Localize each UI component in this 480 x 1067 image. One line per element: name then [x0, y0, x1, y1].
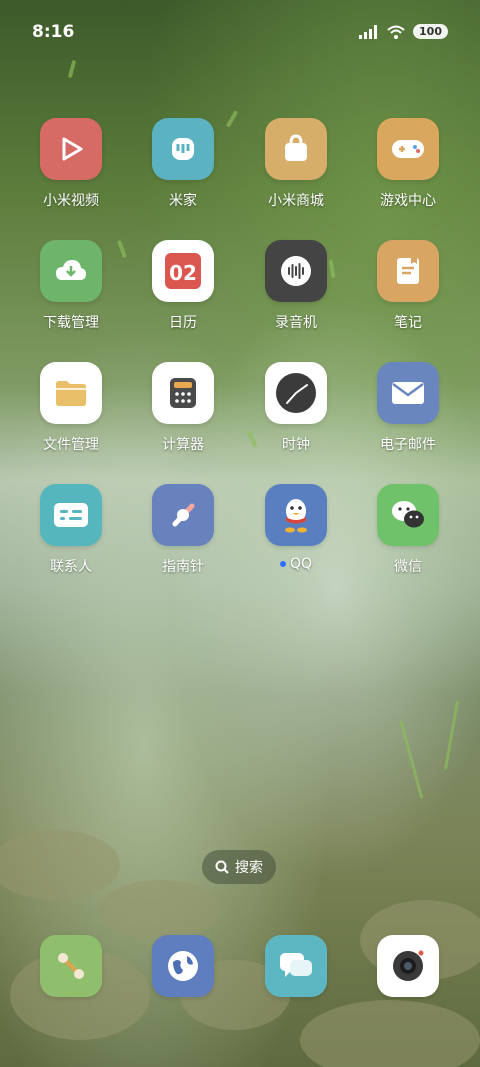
phone-icon	[40, 935, 102, 997]
dock-messages[interactable]	[240, 935, 352, 997]
recorder-icon	[265, 240, 327, 302]
app-qq[interactable]: QQ	[240, 484, 352, 572]
globe-icon	[152, 935, 214, 997]
mijia-icon	[152, 118, 214, 180]
bag-icon	[265, 118, 327, 180]
app-label: 小米视频	[43, 193, 99, 209]
app-label: 小米商城	[268, 193, 324, 209]
app-mi-video[interactable]: 小米视频	[15, 118, 127, 210]
app-email[interactable]: 电子邮件	[352, 362, 464, 454]
app-label: 计算器	[162, 437, 204, 453]
app-label: 米家	[169, 193, 197, 209]
mail-icon	[377, 362, 439, 424]
search-label: 搜索	[235, 860, 263, 876]
gamepad-icon	[377, 118, 439, 180]
app-game-center[interactable]: 游戏中心	[352, 118, 464, 210]
app-label: 录音机	[275, 315, 317, 331]
app-mi-store[interactable]: 小米商城	[240, 118, 352, 210]
qq-penguin-icon	[265, 484, 327, 546]
app-label: QQ	[289, 556, 313, 572]
mi-video-icon	[40, 118, 102, 180]
compass-icon	[152, 484, 214, 546]
app-recorder[interactable]: 录音机	[240, 240, 352, 332]
battery-indicator: 100	[413, 24, 448, 39]
app-clock[interactable]: 时钟	[240, 362, 352, 454]
messages-icon	[265, 935, 327, 997]
app-label: 指南针	[162, 559, 204, 575]
camera-icon	[377, 935, 439, 997]
wechat-icon	[377, 484, 439, 546]
app-calendar[interactable]: 02 日历	[127, 240, 239, 332]
app-label: 笔记	[394, 315, 422, 331]
new-notification-dot	[279, 561, 286, 567]
app-label: 电子邮件	[380, 437, 436, 453]
app-wechat[interactable]: 微信	[352, 484, 464, 576]
wifi-icon	[387, 25, 405, 39]
status-icons: 100	[359, 24, 448, 39]
app-compass[interactable]: 指南针	[127, 484, 239, 576]
app-label: 文件管理	[43, 437, 99, 453]
calculator-icon	[152, 362, 214, 424]
app-label: 日历	[169, 315, 197, 331]
clock-icon	[265, 362, 327, 424]
app-contacts[interactable]: 联系人	[15, 484, 127, 576]
folder-icon	[40, 362, 102, 424]
app-label: 联系人	[50, 559, 92, 575]
dock-browser[interactable]	[127, 935, 239, 997]
contacts-icon	[40, 484, 102, 546]
signal-icon	[359, 24, 378, 39]
app-label: 下载管理	[43, 315, 99, 331]
app-file-manager[interactable]: 文件管理	[15, 362, 127, 454]
app-calculator[interactable]: 计算器	[127, 362, 239, 454]
calendar-icon: 02	[152, 240, 214, 302]
dock-camera[interactable]	[352, 935, 464, 997]
app-label-with-dot: QQ	[279, 556, 313, 572]
app-notes[interactable]: 笔记	[352, 240, 464, 332]
app-label: 时钟	[282, 437, 310, 453]
status-bar: 8:16 100	[0, 0, 480, 70]
app-label: 微信	[394, 559, 422, 575]
search-button[interactable]: 搜索	[202, 850, 276, 884]
dock-phone[interactable]	[15, 935, 127, 997]
search-icon	[215, 860, 229, 874]
app-downloads[interactable]: 下载管理	[15, 240, 127, 332]
calendar-day: 02	[169, 261, 197, 285]
download-icon	[40, 240, 102, 302]
clock-time: 8:16	[32, 22, 75, 42]
app-label: 游戏中心	[380, 193, 436, 209]
notes-icon	[377, 240, 439, 302]
app-mijia[interactable]: 米家	[127, 118, 239, 210]
